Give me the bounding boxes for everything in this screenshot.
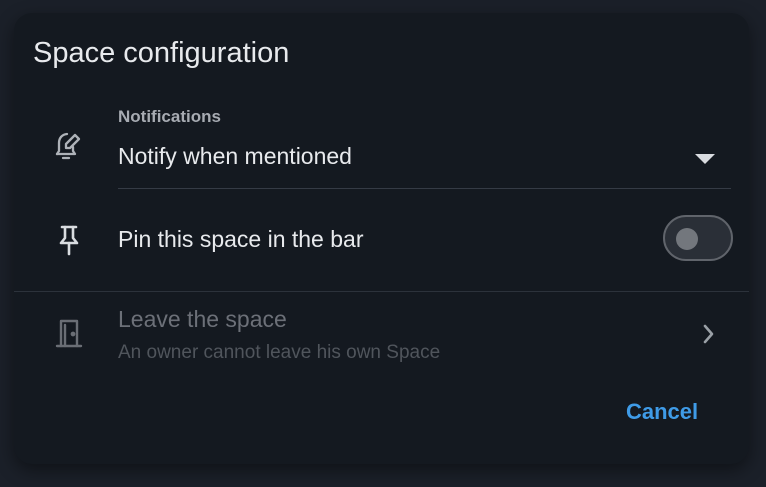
space-configuration-dialog: Space configuration Notifications Notify… (14, 13, 749, 464)
leave-space-subtitle: An owner cannot leave his own Space (118, 342, 441, 363)
chevron-right-icon (701, 323, 715, 350)
leave-space-label: Leave the space (118, 306, 287, 332)
cancel-button[interactable]: Cancel (626, 399, 698, 425)
section-divider (14, 291, 749, 292)
bell-edit-icon (50, 127, 86, 163)
pin-space-toggle[interactable] (663, 215, 733, 261)
pin-icon (51, 222, 87, 258)
select-underline (118, 188, 731, 189)
pin-space-label: Pin this space in the bar (118, 226, 364, 252)
notifications-label: Notifications (118, 107, 221, 126)
dropdown-arrow-icon[interactable] (695, 154, 715, 164)
door-icon (51, 315, 87, 351)
notifications-select[interactable]: Notify when mentioned (118, 143, 352, 170)
toggle-knob (676, 228, 698, 250)
dialog-title: Space configuration (33, 37, 290, 69)
